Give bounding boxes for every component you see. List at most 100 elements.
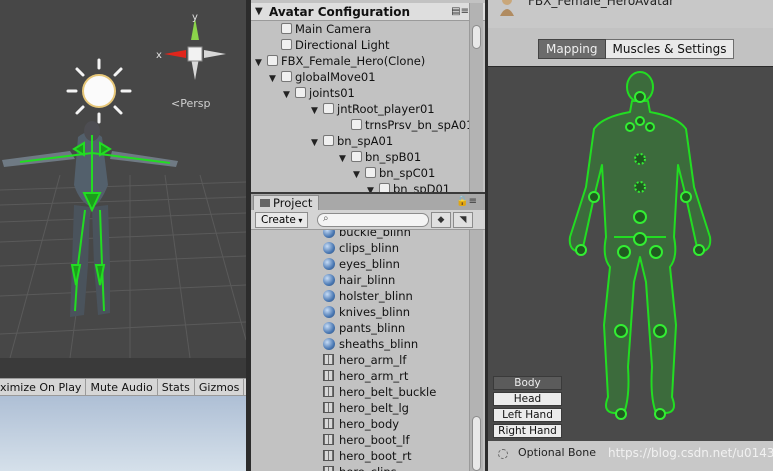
gizmos-button[interactable]: Gizmos bbox=[195, 379, 245, 395]
expand-arrow-icon[interactable]: ▼ bbox=[353, 167, 365, 183]
asset-item[interactable]: hero_belt_lg bbox=[323, 400, 409, 416]
left-hand-button[interactable]: Left Hand bbox=[493, 408, 562, 422]
hierarchy-item[interactable]: ▼ jntRoot_player01 bbox=[311, 101, 435, 117]
search-input[interactable]: ⌕ bbox=[317, 213, 429, 227]
expand-arrow-icon[interactable]: ▼ bbox=[339, 151, 351, 167]
expand-arrow-icon[interactable]: ▼ bbox=[269, 71, 281, 87]
axis-y-label: y bbox=[192, 12, 198, 23]
right-hand-button[interactable]: Right Hand bbox=[493, 424, 562, 438]
hierarchy-title: Avatar Configuration bbox=[269, 5, 410, 19]
stats-button[interactable]: Stats bbox=[158, 379, 195, 395]
hierarchy-item[interactable]: ▼ FBX_Female_Hero(Clone) bbox=[255, 53, 425, 69]
collapse-arrow-icon[interactable]: ▼ bbox=[255, 6, 263, 17]
asset-item[interactable]: hero_body bbox=[323, 416, 399, 432]
asset-item[interactable]: sheaths_blinn bbox=[323, 336, 418, 352]
asset-label: buckle_blinn bbox=[339, 230, 411, 239]
project-scrollbar[interactable] bbox=[469, 230, 483, 471]
asset-item[interactable]: hair_blinn bbox=[323, 272, 395, 288]
folder-icon bbox=[260, 199, 270, 207]
avatar-name: FBX_Female_HeroAvatar bbox=[528, 0, 675, 8]
avatar-body-map[interactable]: Body Head Left Hand Right Hand bbox=[488, 66, 773, 441]
character-model[interactable] bbox=[0, 115, 200, 330]
hierarchy-item[interactable]: Directional Light bbox=[269, 37, 390, 53]
panel-menu-icon[interactable]: ▤≡ bbox=[451, 6, 469, 17]
game-view[interactable] bbox=[0, 396, 246, 471]
asset-label: hero_arm_lf bbox=[339, 353, 407, 367]
hierarchy-item[interactable]: ▼ bn_spC01 bbox=[353, 165, 435, 181]
create-button[interactable]: Create bbox=[255, 212, 309, 228]
gameobject-icon bbox=[351, 119, 362, 130]
material-icon bbox=[323, 338, 335, 350]
avatar-icon bbox=[500, 0, 514, 16]
asset-item[interactable]: hero_boot_rt bbox=[323, 448, 412, 464]
hierarchy-item-label: bn_spD01 bbox=[393, 182, 451, 192]
asset-label: sheaths_blinn bbox=[339, 337, 419, 351]
asset-item[interactable]: holster_blinn bbox=[323, 288, 413, 304]
watermark: https://blog.csdn.net/u014361280 bbox=[608, 446, 773, 460]
scrollbar-thumb[interactable] bbox=[472, 416, 481, 471]
maximize-on-play-button[interactable]: ximize On Play bbox=[0, 379, 87, 395]
project-asset-list: buckle_blinn clips_blinn eyes_blinn hair_bl… bbox=[251, 230, 485, 471]
lock-icon[interactable]: 🔒≡ bbox=[456, 196, 477, 207]
expand-arrow-icon[interactable]: ▼ bbox=[283, 87, 295, 103]
search-icon: ⌕ bbox=[323, 213, 329, 224]
gameobject-icon bbox=[323, 103, 334, 114]
filter-label-icon[interactable]: ◥ bbox=[453, 212, 473, 228]
expand-arrow-icon[interactable]: ▼ bbox=[311, 135, 323, 151]
scrollbar-thumb[interactable] bbox=[472, 25, 481, 49]
hierarchy-item-label: jntRoot_player01 bbox=[337, 102, 435, 116]
filter-type-icon[interactable]: ◆ bbox=[431, 212, 451, 228]
asset-label: knives_blinn bbox=[339, 305, 411, 319]
hierarchy-item-label: globalMove01 bbox=[295, 70, 376, 84]
gameobject-icon bbox=[281, 23, 292, 34]
expand-arrow-icon[interactable]: ▼ bbox=[255, 55, 267, 71]
mapping-tabs: Mapping Muscles & Settings bbox=[538, 39, 735, 59]
asset-label: clips_blinn bbox=[339, 241, 400, 255]
asset-item[interactable]: eyes_blinn bbox=[323, 256, 400, 272]
expand-arrow-icon[interactable]: ▼ bbox=[367, 183, 379, 192]
hierarchy-panel: ▼ Avatar Configuration ▤≡ Main Camera Dir… bbox=[251, 0, 485, 192]
tab-muscles-settings[interactable]: Muscles & Settings bbox=[605, 39, 735, 59]
mesh-icon bbox=[323, 434, 334, 445]
hierarchy-item[interactable]: trnsPrsv_bn_spA01 bbox=[339, 117, 473, 133]
expand-arrow-icon[interactable]: ▼ bbox=[311, 103, 323, 119]
asset-label: hero_boot_lf bbox=[339, 433, 410, 447]
asset-label: hero_belt_lg bbox=[339, 401, 409, 415]
mesh-icon bbox=[323, 450, 334, 461]
hierarchy-item-label: bn_spB01 bbox=[365, 150, 422, 164]
hierarchy-item[interactable]: ▼ bn_spD01 bbox=[367, 181, 450, 192]
head-button[interactable]: Head bbox=[493, 392, 562, 406]
hierarchy-scrollbar[interactable] bbox=[469, 3, 483, 192]
gameobject-icon bbox=[365, 167, 376, 178]
asset-item[interactable]: hero_clips bbox=[323, 464, 397, 471]
hierarchy-item[interactable]: ▼ bn_spB01 bbox=[339, 149, 421, 165]
material-icon bbox=[323, 242, 335, 254]
tab-project[interactable]: Project bbox=[253, 195, 320, 210]
tab-mapping[interactable]: Mapping bbox=[538, 39, 606, 59]
gameobject-icon bbox=[379, 183, 390, 192]
asset-item[interactable]: hero_arm_lf bbox=[323, 352, 406, 368]
asset-item[interactable]: hero_belt_buckle bbox=[323, 384, 436, 400]
persp-label[interactable]: <Persp bbox=[171, 97, 210, 110]
hierarchy-item[interactable]: ▼ bn_spA01 bbox=[311, 133, 393, 149]
hierarchy-item[interactable]: ▼ joints01 bbox=[283, 85, 355, 101]
asset-item[interactable]: pants_blinn bbox=[323, 320, 405, 336]
scene-view[interactable]: x y <Persp bbox=[0, 0, 246, 358]
asset-label: hero_belt_buckle bbox=[339, 385, 437, 399]
optional-bone-label: Optional Bone bbox=[518, 446, 597, 459]
hierarchy-item[interactable]: Main Camera bbox=[269, 21, 371, 37]
asset-item[interactable]: buckle_blinn bbox=[323, 230, 411, 240]
avatar-inspector: FBX_Female_HeroAvatar Mapping Muscles & … bbox=[488, 0, 773, 471]
avatar-header: FBX_Female_HeroAvatar bbox=[488, 0, 773, 28]
mute-audio-button[interactable]: Mute Audio bbox=[86, 379, 158, 395]
hierarchy-item[interactable]: ▼ globalMove01 bbox=[269, 69, 376, 85]
hierarchy-header[interactable]: ▼ Avatar Configuration ▤≡ bbox=[251, 3, 485, 21]
asset-item[interactable]: knives_blinn bbox=[323, 304, 410, 320]
asset-item[interactable]: hero_arm_rt bbox=[323, 368, 408, 384]
material-icon bbox=[323, 306, 335, 318]
hierarchy-item-label: joints01 bbox=[309, 86, 355, 100]
body-button[interactable]: Body bbox=[493, 376, 562, 390]
gameobject-icon bbox=[351, 151, 362, 162]
asset-item[interactable]: hero_boot_lf bbox=[323, 432, 410, 448]
asset-item[interactable]: clips_blinn bbox=[323, 240, 399, 256]
